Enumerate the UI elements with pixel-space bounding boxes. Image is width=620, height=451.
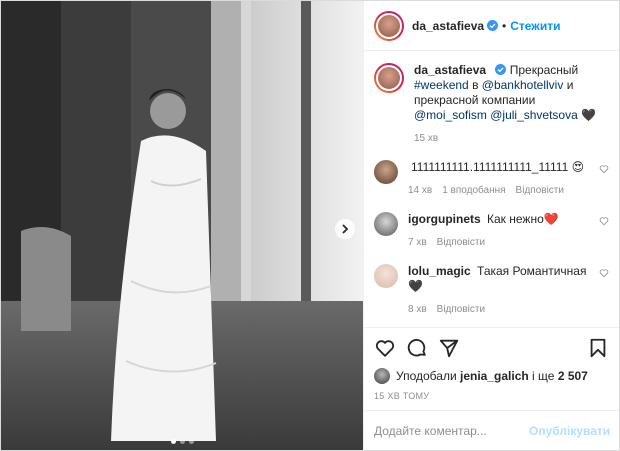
likes-middle: і ще [532,369,555,383]
post-timestamp[interactable]: 15 ХВ ТОМУ [374,391,609,401]
instagram-post: da_astafieva • Стежити da_astafieva Прек… [0,0,620,451]
post-header: da_astafieva • Стежити [364,1,619,51]
post-media[interactable] [1,1,363,450]
author-username[interactable]: da_astafieva [412,19,484,33]
reply-button[interactable]: Відповісти [437,235,485,250]
publish-button[interactable]: Опублікувати [529,424,610,438]
caption-text: в [472,78,479,92]
comment-item: igorgupinets Как нежно❤️ 7 хв Відповісти [374,212,609,250]
likes-summary: Уподобали jenia_galich і ще 2 507 [374,368,609,384]
share-icon[interactable] [438,337,460,359]
comment-username[interactable]: igorgupinets [408,212,481,226]
header-separator: • [502,18,507,33]
mention-link[interactable]: @bankhotellviv [482,78,564,92]
commenter-avatar[interactable] [374,160,398,184]
likes-prefix: Уподобали [396,369,457,383]
comment-time[interactable]: 8 хв [408,302,427,317]
carousel-dot [170,439,176,444]
comment-item: 1111111111.1111111111_11111 😍 14 хв 1 вп… [374,160,609,198]
mention-link[interactable]: @moi_sofism [414,108,487,122]
mention-link[interactable]: @juli_shvetsova [490,108,578,122]
verified-badge-icon [487,20,499,31]
like-comment-heart-icon[interactable] [599,216,609,226]
caption-text: Прекрасный [509,63,579,77]
reply-button[interactable]: Відповісти [516,183,564,198]
carousel-dot [179,439,185,444]
comment-icon[interactable] [406,337,428,359]
author-avatar[interactable] [374,10,404,41]
post-photo [1,1,363,450]
carousel-indicator [1,439,363,444]
reply-button[interactable]: Відповісти [437,302,485,317]
caption-time[interactable]: 15 хв [414,131,438,146]
commenter-avatar[interactable] [374,212,398,236]
bookmark-icon[interactable] [587,337,609,359]
carousel-next-button[interactable] [335,219,355,239]
post-sidebar: da_astafieva • Стежити da_astafieva Прек… [363,1,619,450]
liker-avatar[interactable] [374,368,390,384]
caption-avatar[interactable] [374,63,404,93]
caption-emoji: 🖤 [581,108,597,122]
comment-time[interactable]: 7 хв [408,235,427,250]
comment-input[interactable] [374,423,529,438]
comment-item: lolu_magic Такая Романтичная 🖤 8 хв Відп… [374,264,609,317]
chevron-right-icon [342,224,349,234]
likes-count[interactable]: 2 507 [558,369,588,383]
caption: da_astafieva Прекрасный #weekend в @bank… [374,63,609,146]
comments-list: da_astafieva Прекрасный #weekend в @bank… [364,51,619,327]
carousel-dot [188,439,194,444]
add-comment-bar: Опублікувати [364,410,619,450]
comment-time[interactable]: 14 хв [408,183,432,198]
heart-icon[interactable] [374,337,396,359]
like-comment-heart-icon[interactable] [599,164,609,174]
follow-button[interactable]: Стежити [510,19,560,33]
comment-text: Как нежно❤️ [487,212,559,226]
comment-text: 1111111111.1111111111_11111 😍 [411,160,585,174]
comment-likes[interactable]: 1 вподобання [442,183,505,198]
like-comment-heart-icon[interactable] [599,268,609,278]
verified-badge-icon [495,64,507,75]
hashtag-link[interactable]: #weekend [414,78,469,92]
liker-username[interactable]: jenia_galich [460,369,529,383]
commenter-avatar[interactable] [374,264,398,288]
comment-username[interactable]: lolu_magic [408,264,471,278]
post-actions: Уподобали jenia_galich і ще 2 507 15 ХВ … [364,327,619,410]
caption-username[interactable]: da_astafieva [414,63,486,77]
